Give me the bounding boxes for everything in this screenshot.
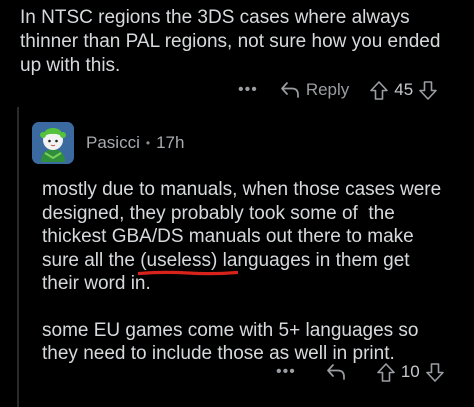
parent-comment-line: up with this. <box>20 55 121 76</box>
reply-line: thickest GBA/DS manuals out there to mak… <box>42 226 414 247</box>
parent-comment-line: thinner than PAL regions, not sure how y… <box>20 31 441 52</box>
annotated-word: (useless) <box>138 249 239 276</box>
more-options-button[interactable]: ••• <box>276 363 296 381</box>
reply-line: their word in. <box>42 273 151 294</box>
reply-paragraph-2: some EU games come with 5+ languages so … <box>42 319 470 366</box>
reply-button[interactable]: Reply <box>280 80 349 100</box>
reply-paragraph-1: mostly due to manuals, when those cases … <box>42 178 470 296</box>
separator-dot: • <box>145 136 151 150</box>
reply-line: some EU games come with 5+ languages so <box>42 319 419 341</box>
more-options-button[interactable]: ••• <box>238 81 258 99</box>
comment-thread: In NTSC regions the 3DS cases where alwa… <box>0 0 474 407</box>
reply-arrow-icon <box>280 81 300 99</box>
vote-count: 45 <box>394 80 414 99</box>
parent-comment-body: In NTSC regions the 3DS cases where alwa… <box>20 6 470 78</box>
reply-comment-body: mostly due to manuals, when those cases … <box>42 178 470 366</box>
reply-line: designed, they probably took some of the <box>42 202 395 224</box>
reply-comment-header: Pasicci • 17h <box>32 122 184 164</box>
parent-comment-actions: ••• Reply 45 <box>238 78 438 102</box>
thread-indent-line <box>17 107 19 407</box>
upvote-arrow-icon[interactable] <box>376 362 396 383</box>
parent-comment-line: In NTSC regions the 3DS cases where alwa… <box>20 7 410 28</box>
reply-line: mostly due to manuals, when those cases … <box>42 179 442 200</box>
vote-count: 10 <box>400 362 420 381</box>
username[interactable]: Pasicci <box>86 133 140 153</box>
reply-label: Reply <box>305 80 350 99</box>
downvote-arrow-icon[interactable] <box>425 362 445 383</box>
reply-line-segment: languages in them get <box>217 249 410 271</box>
avatar[interactable] <box>32 122 74 164</box>
reply-comment-actions: ••• 10 <box>276 360 445 384</box>
reply-line: sure all the (useless) languages in them… <box>42 249 470 276</box>
comment-age: 17h <box>156 133 185 152</box>
downvote-arrow-icon[interactable] <box>418 80 438 101</box>
reply-line-segment: sure all the <box>42 249 141 271</box>
reply-arrow-icon[interactable] <box>326 363 346 381</box>
annotated-word-text: (useless) <box>140 249 218 271</box>
upvote-arrow-icon[interactable] <box>369 80 389 101</box>
red-underline-annotation <box>138 270 239 276</box>
username-row: Pasicci • 17h <box>86 133 184 153</box>
